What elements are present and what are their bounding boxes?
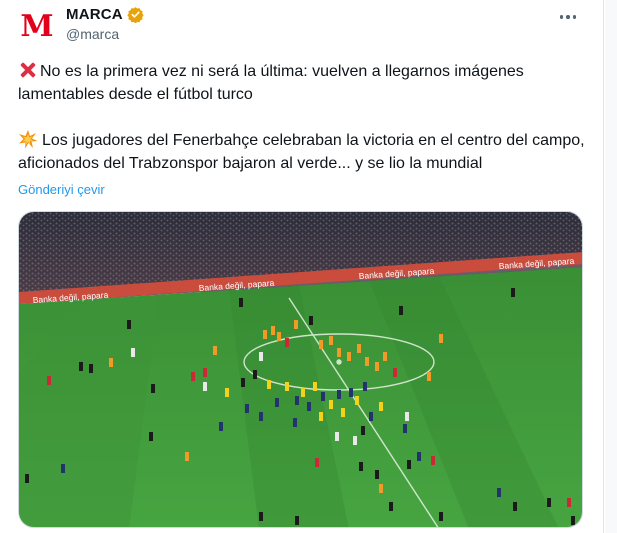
translate-post-link[interactable]: Gönderiyi çevir [18, 182, 105, 197]
collision-icon [19, 130, 38, 149]
paragraph-2-text: Los jugadores del Fenerbahçe celebraban … [18, 132, 585, 172]
user-handle[interactable]: @marca [66, 26, 119, 42]
verified-badge-icon [127, 7, 144, 23]
paragraph-1-text: No es la primera vez ni será la última: … [18, 63, 524, 103]
tweet-header: M MARCA @marca [18, 6, 587, 46]
tweet-paragraph-2: Los jugadores del Fenerbahçe celebraban … [18, 129, 590, 175]
tweet-card[interactable]: M MARCA @marca No es la primera vez ni s… [0, 0, 604, 533]
tweet-media-photo[interactable]: Banka değil, papara Banka değil, papara … [18, 211, 583, 528]
more-horizontal-icon [559, 15, 564, 19]
tweet-text: No es la primera vez ni será la última: … [18, 60, 590, 175]
more-options-button[interactable] [557, 8, 579, 26]
avatar[interactable]: M [18, 8, 56, 46]
scrollbar-track[interactable] [605, 0, 617, 533]
display-name[interactable]: MARCA [66, 6, 123, 23]
stadium-photo: Banka değil, papara Banka değil, papara … [19, 212, 582, 527]
cross-mark-icon [18, 61, 36, 79]
author-name-row: MARCA [66, 6, 144, 23]
tweet-paragraph-1: No es la primera vez ni será la última: … [18, 60, 590, 106]
